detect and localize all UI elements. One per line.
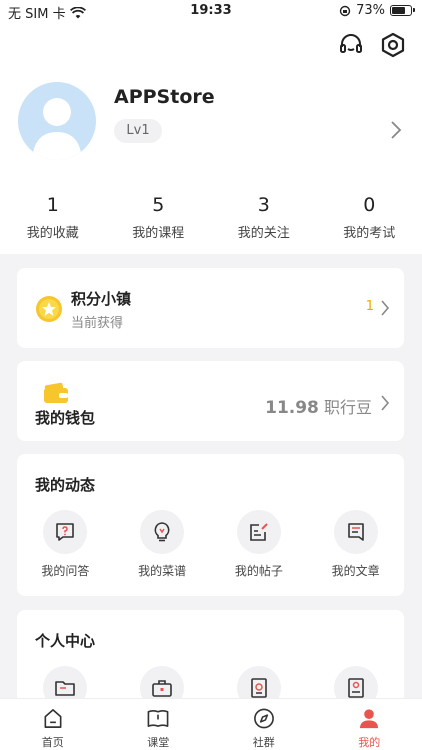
tab-classroom[interactable]: 课堂 [106, 699, 212, 750]
section-title: 我的动态 [35, 476, 96, 494]
customer-service-icon[interactable] [338, 32, 364, 58]
profile-header: APPStore Lv1 1 我的收藏 5 我的课程 3 我的关注 0 我的考试 [0, 22, 422, 254]
tab-bar: 首页 课堂 社群 我的 [0, 698, 422, 750]
book-icon [147, 710, 169, 727]
avatar[interactable] [18, 82, 96, 160]
stat-label: 我的课程 [132, 226, 185, 241]
activity-item-articles[interactable]: 我的文章 [307, 510, 404, 579]
points-value: 1 [365, 299, 374, 314]
stat-label: 我的收藏 [26, 226, 79, 241]
chevron-right-icon [381, 300, 390, 316]
wallet-title: 我的钱包 [35, 409, 96, 427]
tab-label: 我的 [358, 736, 381, 749]
star-coin-icon [36, 296, 62, 322]
stat-favorites[interactable]: 1 我的收藏 [0, 194, 106, 241]
status-right: 73% [339, 3, 415, 18]
chevron-right-icon[interactable] [390, 120, 402, 140]
activity-label: 我的菜谱 [138, 564, 187, 578]
battery-icon [390, 5, 415, 16]
user-icon [360, 709, 379, 729]
points-subtitle: 当前获得 [71, 316, 124, 331]
wallet-card[interactable]: 我的钱包 11.98 职行豆 [17, 361, 404, 441]
level-badge: Lv1 [114, 119, 162, 143]
stat-value: 0 [363, 194, 376, 216]
orientation-lock-icon [339, 5, 351, 16]
article-icon [333, 510, 378, 554]
activity-item-posts[interactable]: 我的帖子 [211, 510, 308, 579]
activity-label: 我的文章 [331, 564, 380, 578]
my-activity-card: 我的动态 我的问答 我的菜谱 我的帖子 我的文章 [17, 454, 404, 596]
tab-label: 社群 [252, 736, 275, 749]
tab-mine[interactable]: 我的 [317, 699, 422, 750]
points-town-card[interactable]: 积分小镇 当前获得 1 [17, 268, 404, 348]
tab-label: 课堂 [147, 736, 170, 749]
tab-home[interactable]: 首页 [0, 699, 106, 750]
activity-item-recipes[interactable]: 我的菜谱 [114, 510, 211, 579]
wallet-amount: 11.98 [265, 398, 319, 418]
wallet-unit: 职行豆 [323, 398, 372, 417]
stat-value: 5 [152, 194, 165, 216]
tab-community[interactable]: 社群 [211, 699, 317, 750]
bulb-icon [140, 510, 185, 554]
points-title: 积分小镇 [71, 290, 132, 308]
chevron-right-icon [381, 395, 390, 411]
stat-exams[interactable]: 0 我的考试 [317, 194, 422, 241]
username: APPStore [114, 86, 215, 108]
status-bar: 无 SIM 卡 19:33 73% [0, 0, 422, 22]
home-icon [44, 709, 62, 728]
activity-label: 我的帖子 [234, 564, 283, 578]
stats-row: 1 我的收藏 5 我的课程 3 我的关注 0 我的考试 [0, 194, 422, 241]
section-title: 个人中心 [35, 632, 96, 650]
wallet-balance: 11.98 职行豆 [265, 394, 372, 418]
stat-following[interactable]: 3 我的关注 [211, 194, 317, 241]
stat-value: 3 [257, 194, 270, 216]
wallet-icon [44, 382, 68, 403]
stat-value: 1 [46, 194, 59, 216]
stat-label: 我的考试 [343, 226, 396, 241]
activity-item-qa[interactable]: 我的问答 [17, 510, 114, 579]
question-icon [43, 510, 88, 554]
activity-label: 我的问答 [41, 564, 90, 578]
tab-label: 首页 [41, 736, 64, 749]
compass-icon [253, 708, 274, 729]
header-actions [338, 32, 406, 58]
stat-courses[interactable]: 5 我的课程 [106, 194, 212, 241]
settings-icon[interactable] [380, 32, 406, 58]
activity-grid: 我的问答 我的菜谱 我的帖子 我的文章 [17, 510, 404, 579]
edit-doc-icon [236, 510, 281, 554]
stat-label: 我的关注 [237, 226, 290, 241]
battery-percent: 73% [356, 3, 385, 18]
